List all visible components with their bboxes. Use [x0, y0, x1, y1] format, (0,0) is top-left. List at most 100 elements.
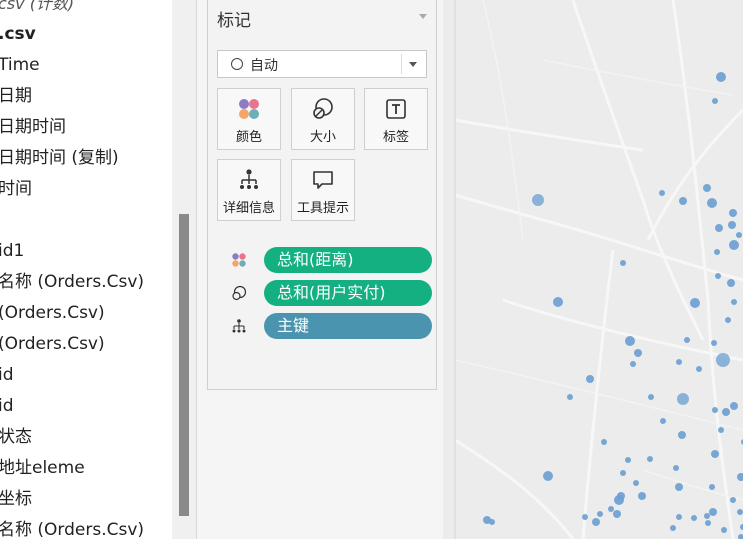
data-field-item[interactable]: id	[0, 360, 144, 391]
data-field-item[interactable]: 状态	[0, 422, 144, 453]
map-point[interactable]	[725, 317, 731, 323]
map-point[interactable]	[659, 190, 665, 196]
data-field-item[interactable]	[0, 205, 144, 236]
data-field-item[interactable]: Time	[0, 50, 144, 81]
map-point[interactable]	[592, 518, 600, 526]
data-pane-scrollbar-thumb[interactable]	[179, 214, 189, 516]
mark-type-dropdown[interactable]: 自动	[217, 50, 427, 78]
map-point[interactable]	[676, 514, 682, 520]
map-point[interactable]	[729, 240, 739, 250]
map-view[interactable]	[443, 0, 743, 539]
map-point[interactable]	[709, 484, 715, 490]
map-point[interactable]	[716, 72, 726, 82]
map-point[interactable]	[673, 465, 679, 471]
map-point[interactable]	[625, 336, 635, 346]
map-point[interactable]	[633, 480, 639, 486]
map-point[interactable]	[614, 495, 624, 505]
map-point[interactable]	[679, 197, 687, 205]
data-field-item[interactable]: id	[0, 391, 144, 422]
map-point[interactable]	[648, 394, 654, 400]
map-point[interactable]	[625, 457, 631, 463]
data-field-item[interactable]: 名称 (Orders.Csv)	[0, 515, 144, 539]
data-field-item[interactable]: 日期时间 (复制)	[0, 143, 144, 174]
map-point[interactable]	[660, 418, 666, 424]
map-point[interactable]	[677, 393, 689, 405]
map-point[interactable]	[730, 497, 736, 503]
map-point[interactable]	[678, 431, 686, 439]
map-point[interactable]	[691, 515, 697, 521]
map-point[interactable]	[597, 511, 603, 517]
map-point[interactable]	[634, 349, 642, 357]
map-point[interactable]	[707, 198, 717, 208]
map-point[interactable]	[728, 221, 736, 229]
map-point[interactable]	[543, 471, 553, 481]
map-point[interactable]	[703, 184, 711, 192]
map-point[interactable]	[714, 249, 720, 255]
text-label-icon	[386, 99, 406, 119]
map-point[interactable]	[704, 513, 710, 519]
marks-card-menu-icon[interactable]	[419, 14, 427, 19]
data-field-item[interactable]: .csv	[0, 19, 144, 50]
map-point[interactable]	[737, 509, 743, 515]
map-point[interactable]	[715, 224, 723, 232]
user-payment-sum-pill[interactable]: 总和(用户实付)	[264, 280, 432, 306]
map-point[interactable]	[718, 427, 724, 433]
map-point[interactable]	[729, 209, 737, 217]
map-point[interactable]	[532, 194, 544, 206]
map-point[interactable]	[670, 525, 676, 531]
map-point[interactable]	[620, 260, 626, 266]
mark-type-label: 自动	[250, 58, 278, 74]
map-point[interactable]	[630, 361, 636, 367]
data-field-item[interactable]: 坐标	[0, 484, 144, 515]
detail-icon	[232, 319, 246, 333]
data-field-item[interactable]: 时间	[0, 174, 144, 205]
map-point[interactable]	[705, 520, 711, 526]
map-point[interactable]	[722, 408, 730, 416]
data-field-item[interactable]: (Orders.Csv)	[0, 298, 144, 329]
primary-key-pill[interactable]: 主键	[264, 313, 432, 339]
map-point[interactable]	[601, 439, 607, 445]
color-button[interactable]: 颜色	[217, 88, 281, 150]
distance-sum-pill[interactable]: 总和(距离)	[264, 247, 432, 273]
size-button[interactable]: 大小	[291, 88, 355, 150]
map-point[interactable]	[696, 366, 702, 372]
map-point[interactable]	[489, 519, 495, 525]
data-field-item[interactable]: 日期时间	[0, 112, 144, 143]
map-point[interactable]	[676, 359, 682, 365]
map-point[interactable]	[613, 510, 621, 518]
map-point[interactable]	[727, 279, 735, 287]
map-point[interactable]	[730, 402, 738, 410]
map-point[interactable]	[567, 394, 573, 400]
map-point[interactable]	[684, 337, 690, 343]
map-point[interactable]	[736, 232, 742, 238]
detail-button[interactable]: 详细信息	[217, 159, 281, 221]
map-point[interactable]	[620, 470, 626, 476]
map-point[interactable]	[608, 506, 614, 512]
map-point[interactable]	[715, 273, 721, 279]
data-field-item[interactable]: csv (计数)	[0, 0, 144, 19]
data-field-item[interactable]: 地址eleme	[0, 453, 144, 484]
map-point[interactable]	[675, 483, 683, 491]
map-point[interactable]	[709, 508, 717, 516]
map-point[interactable]	[647, 456, 653, 462]
map-point[interactable]	[582, 514, 588, 520]
map-point[interactable]	[711, 450, 719, 458]
chevron-down-icon[interactable]	[409, 62, 417, 67]
map-point[interactable]	[721, 527, 727, 533]
map-point[interactable]	[690, 298, 700, 308]
map-point[interactable]	[553, 297, 563, 307]
data-field-item[interactable]: 日期	[0, 81, 144, 112]
data-field-item[interactable]: (Orders.Csv)	[0, 329, 144, 360]
map-point[interactable]	[711, 340, 717, 346]
map-point[interactable]	[731, 299, 737, 305]
label-button[interactable]: 标签	[364, 88, 428, 150]
map-point[interactable]	[586, 375, 594, 383]
data-field-item[interactable]: 名称 (Orders.Csv)	[0, 267, 144, 298]
map-point[interactable]	[712, 407, 718, 413]
map-point[interactable]	[638, 492, 646, 500]
tooltip-button[interactable]: 工具提示	[291, 159, 355, 221]
map-point[interactable]	[716, 353, 730, 367]
data-field-item[interactable]: id1	[0, 236, 144, 267]
map-canvas[interactable]	[443, 0, 743, 539]
map-point[interactable]	[712, 98, 718, 104]
